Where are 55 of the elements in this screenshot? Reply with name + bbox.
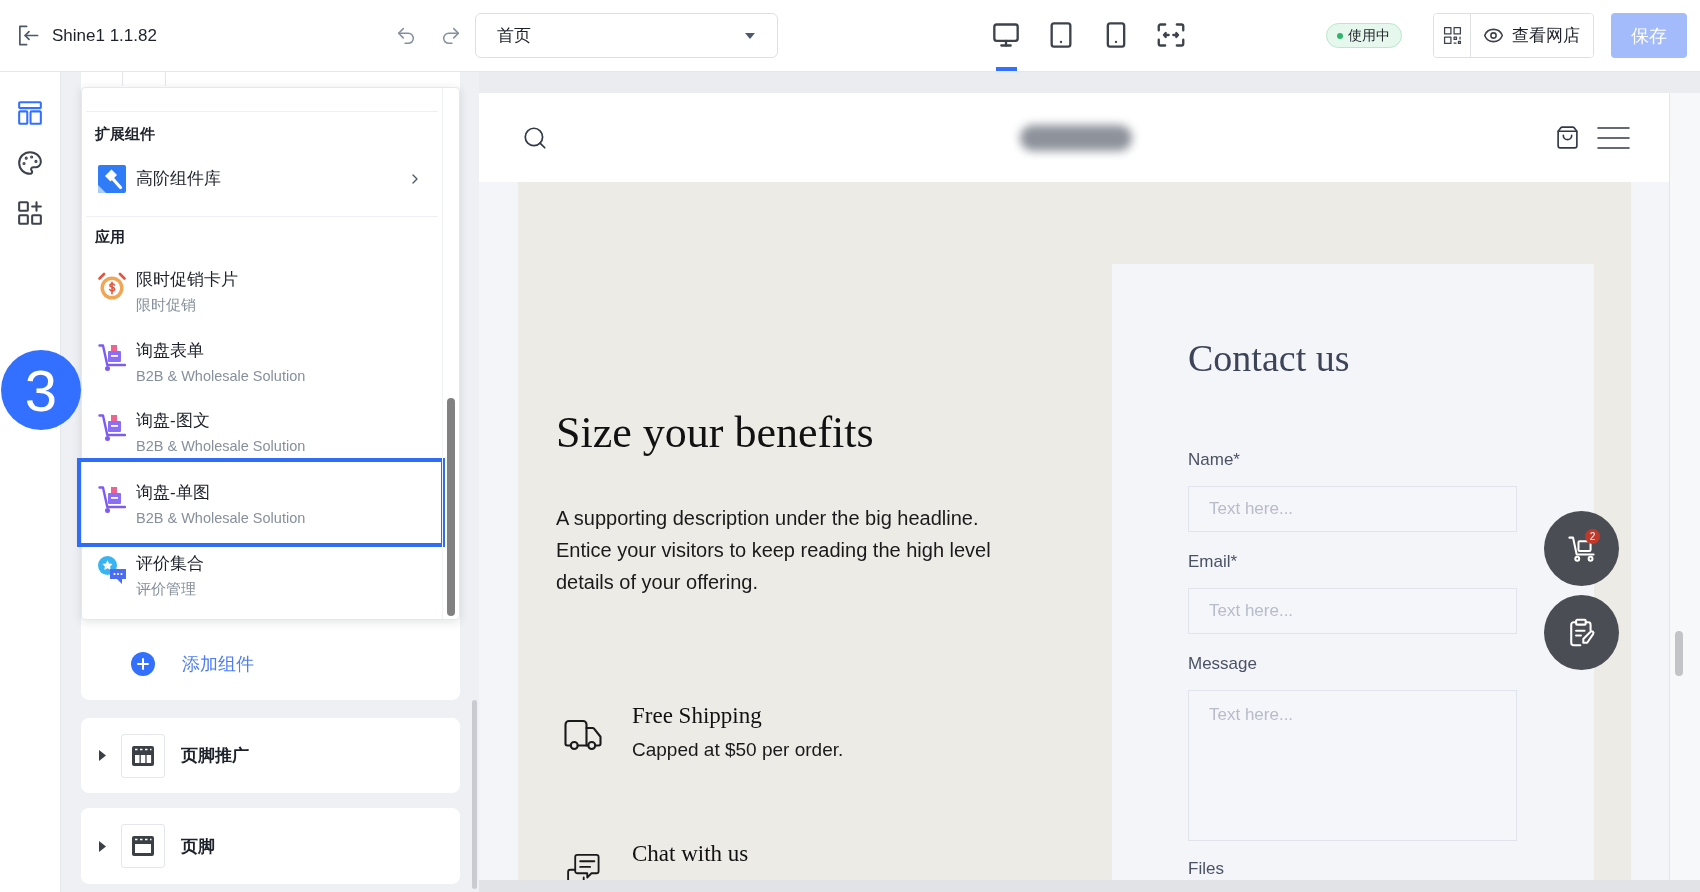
fit-screen-icon [1157,21,1185,49]
plus-circle-icon [131,652,155,676]
page-section-row[interactable]: 页脚 [81,808,460,884]
menu-section-heading: 扩展组件 [94,123,156,144]
field-label: Files [1188,858,1225,880]
app-title: Shine1 1.1.82 [52,25,157,46]
alarm-clock-icon [98,272,126,300]
trolley-icon [98,485,126,513]
search-icon[interactable] [522,124,548,151]
menu-item[interactable]: 询盘表单 B2B & Wholesale Solution [82,328,442,399]
field-label: Email* [1188,551,1239,573]
menu-item[interactable]: 限时促销卡片 限时促销 [82,257,442,328]
textarea-field[interactable]: Text here... [1188,690,1517,841]
cart-icon [1567,534,1596,563]
panel-grid-icon [121,733,165,778]
bag-icon[interactable] [1555,125,1580,150]
chat-icon [566,852,600,880]
status-dot-icon [1337,32,1343,39]
feature-text: Capped at $50 per order. [632,738,844,762]
input-field[interactable]: Text here... [1188,486,1517,532]
menu-item[interactable]: 高阶组件库 [82,156,442,202]
qr-code-icon [1442,26,1462,45]
field-label: Name* [1188,449,1241,471]
status-text: 使用中 [1348,26,1390,45]
back-button[interactable] [17,24,40,47]
palette-icon [17,150,43,176]
clipboard-edit-icon [1567,618,1596,647]
menu-item[interactable]: 询盘-单图 B2B & Wholesale Solution [77,458,445,547]
hero-title: Size your benefits [556,407,875,459]
field-label: Message [1188,653,1258,675]
trolley-icon [98,343,126,371]
page-section-row[interactable]: 页脚推广 [81,718,460,793]
hammer-tile-icon [98,165,126,193]
menu-item[interactable]: 询盘-图文 B2B & Wholesale Solution [82,399,442,458]
menu-icon[interactable] [1597,125,1630,150]
menu-item[interactable]: 评价集合 评价管理 [82,547,442,612]
panel-strip-icon [121,824,165,868]
feature-title: Free Shipping [632,702,763,730]
hero-description: A supporting description under the big headline. Entice your visitors to keep reading the high level details of your offering. [556,506,992,595]
exit-icon [17,24,40,47]
scrollbar-thumb [1675,631,1683,676]
input-field[interactable]: Text here... [1188,588,1517,634]
grid-plus-icon [17,200,43,226]
monitor-icon [992,21,1020,49]
page-select[interactable]: 首页 [475,13,778,58]
qr-code-button[interactable] [1434,14,1471,57]
feature-title: Chat with us [632,840,749,868]
trolley-icon [98,413,126,441]
menu-section-heading: 应用 [94,226,126,247]
count-badge: 2 [1585,529,1600,544]
layout-icon [17,100,43,126]
caret-icon [745,32,755,39]
star-chat-icon [98,556,126,584]
form-title: Contact us [1188,336,1351,381]
add-component-button[interactable]: 添加组件 [131,652,254,676]
